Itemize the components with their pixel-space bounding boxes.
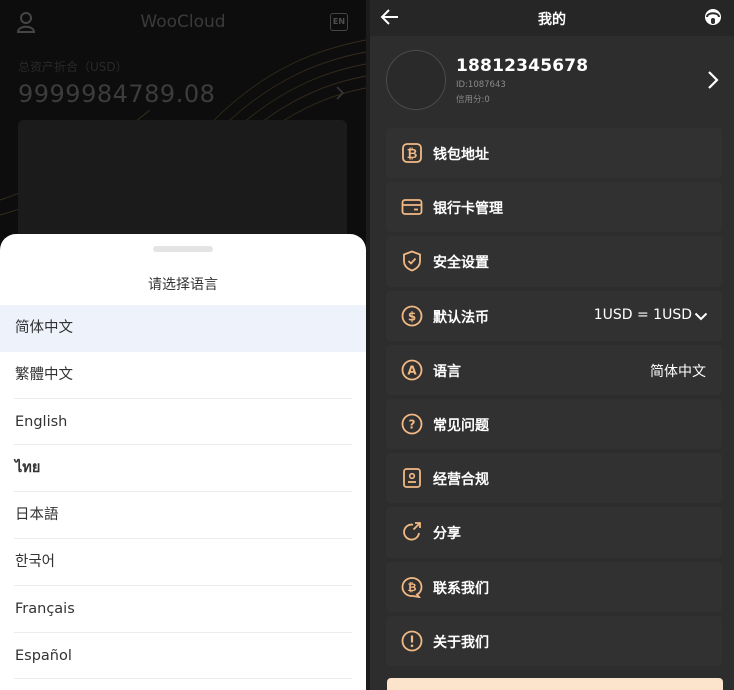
language-option-fr[interactable]: Français — [0, 586, 366, 633]
language-option-label: Français — [15, 600, 75, 617]
menu-item-about-us[interactable]: 关于我们 — [386, 615, 722, 666]
bank-card-icon — [401, 199, 423, 216]
menu-item-label: 语言 — [433, 363, 461, 380]
menu-item-label: 安全设置 — [433, 255, 489, 272]
menu-item-language[interactable]: A 语言 简体中文 — [386, 344, 722, 395]
menu-item-label: 银行卡管理 — [433, 201, 503, 218]
left-screen: WooCloud EN 总资产折合（USD） 9999984789.08 请选择… — [0, 0, 366, 690]
menu-item-contact-us[interactable]: ₿ 联系我们 — [386, 561, 722, 612]
bitcoin-wallet-icon: ₿ — [402, 143, 422, 163]
contact-bitcoin-icon: ₿ — [401, 576, 423, 598]
svg-text:₿: ₿ — [407, 147, 418, 162]
user-id: ID:1087643 — [456, 80, 506, 90]
language-option-label: 日本語 — [15, 507, 59, 524]
language-option-label: 한국어 — [15, 553, 56, 570]
avatar[interactable] — [386, 50, 446, 110]
menu-item-label: 经营合规 — [433, 472, 489, 489]
menu-item-label: 联系我们 — [433, 580, 489, 597]
dollar-circle-icon: $ — [401, 305, 423, 326]
shield-icon — [403, 250, 421, 272]
language-option-ja[interactable]: 日本語 — [0, 492, 366, 539]
chevron-down-icon[interactable] — [694, 312, 708, 321]
user-phone: 18812345678 — [456, 56, 589, 76]
sheet-drag-handle[interactable] — [153, 246, 213, 252]
language-option-label: ไทย — [15, 460, 41, 477]
language-picker-sheet: 请选择语言 简体中文 繁體中文 English ไทย 日本語 한국어 Fran… — [0, 234, 366, 690]
language-option-en[interactable]: English — [0, 399, 366, 446]
menu-item-label: 分享 — [433, 526, 461, 543]
menu-item-wallet-address[interactable]: ₿ 钱包地址 — [386, 128, 722, 179]
sheet-title: 请选择语言 — [148, 277, 218, 293]
license-icon — [403, 468, 421, 489]
language-option-zh-hant[interactable]: 繁體中文 — [0, 352, 366, 399]
customer-service-icon[interactable] — [704, 8, 722, 26]
menu-item-default-currency[interactable]: $ 默认法币 1USD = 1USD — [386, 290, 722, 341]
share-icon — [403, 522, 421, 541]
chevron-right-icon[interactable] — [707, 70, 719, 90]
svg-text:?: ? — [409, 417, 416, 431]
currency-value: 1USD = 1USD — [593, 306, 692, 323]
menu-item-security[interactable]: 安全设置 — [386, 236, 722, 287]
logout-button[interactable] — [387, 678, 723, 690]
letter-a-circle-icon: A — [401, 359, 423, 381]
svg-text:$: $ — [408, 309, 416, 323]
language-option-zh-hans[interactable]: 简体中文 — [0, 305, 366, 352]
question-circle-icon: ? — [401, 413, 423, 435]
language-option-th[interactable]: ไทย — [0, 445, 366, 493]
language-list: 简体中文 繁體中文 English ไทย 日本語 한국어 Français E… — [0, 305, 366, 680]
language-option-label: English — [15, 413, 68, 430]
menu-item-label: 钱包地址 — [433, 147, 489, 163]
menu-item-label: 默认法币 — [433, 309, 489, 326]
credit-score: 信用分:0 — [456, 95, 490, 105]
menu-item-faq[interactable]: ? 常见问题 — [386, 398, 722, 450]
page-title: 我的 — [538, 12, 566, 28]
svg-text:A: A — [407, 363, 417, 377]
menu-item-label: 关于我们 — [433, 634, 489, 651]
language-value: 简体中文 — [650, 363, 706, 380]
right-screen: 我的 18812345678 ID:1087643 信用分:0 ₿ 钱包地址 银… — [366, 0, 734, 690]
profile-header[interactable]: 18812345678 ID:1087643 信用分:0 — [370, 38, 734, 124]
info-exclamation-icon — [401, 630, 423, 652]
settings-menu: ₿ 钱包地址 银行卡管理 安全设置 $ 默认法币 1USD = 1USD A 语… — [386, 128, 722, 670]
divider — [14, 678, 352, 680]
right-top-bar: 我的 — [370, 0, 734, 36]
menu-item-share[interactable]: 分享 — [386, 507, 722, 558]
menu-item-bank-cards[interactable]: 银行卡管理 — [386, 182, 722, 233]
language-option-ko[interactable]: 한국어 — [0, 539, 366, 586]
svg-text:₿: ₿ — [408, 581, 417, 594]
language-option-label: Español — [15, 647, 72, 664]
menu-item-compliance[interactable]: 经营合规 — [386, 453, 722, 504]
language-option-label: 繁體中文 — [15, 366, 73, 383]
language-option-es[interactable]: Español — [0, 633, 366, 680]
menu-item-label: 常见问题 — [433, 417, 489, 434]
